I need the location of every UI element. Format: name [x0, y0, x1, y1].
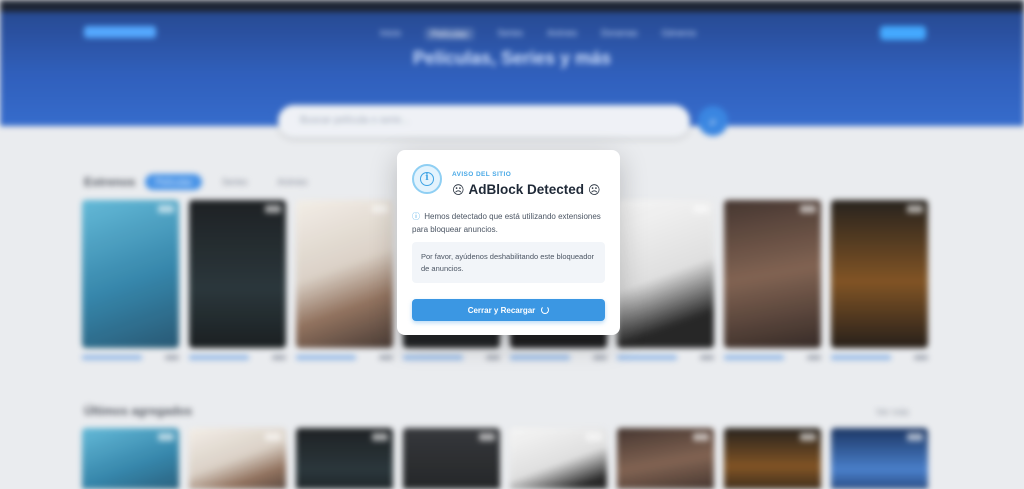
reload-icon	[541, 306, 550, 314]
close-reload-button[interactable]: Cerrar y Recargar	[412, 299, 605, 321]
modal-title-row: ☹ AdBlock Detected ☹	[452, 182, 601, 197]
info-icon: i	[412, 164, 442, 194]
modal-message-text: Hemos detectado que está utilizando exte…	[412, 212, 601, 234]
modal-title: AdBlock Detected	[468, 182, 585, 197]
modal-message: ⓘ Hemos detectado que está utilizando ex…	[412, 210, 608, 236]
modal-kicker: AVISO DEL SITIO	[452, 171, 512, 178]
info-small-icon: ⓘ	[412, 212, 420, 221]
sad-face-icon: ☹	[452, 182, 465, 197]
modal-note: Por favor, ayúdenos deshabilitando este …	[412, 242, 605, 283]
adblock-modal: i AVISO DEL SITIO ☹ AdBlock Detected ☹ ⓘ…	[397, 150, 620, 335]
sad-face-icon: ☹	[588, 182, 601, 197]
close-reload-label: Cerrar y Recargar	[467, 305, 536, 315]
